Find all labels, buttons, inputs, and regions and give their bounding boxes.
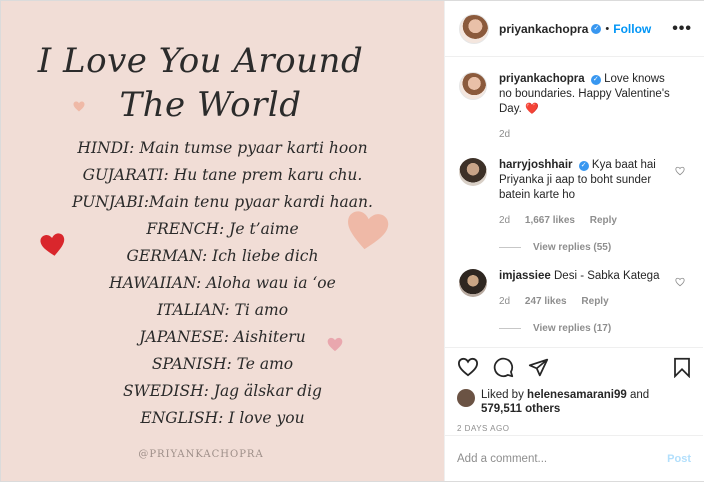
red-heart-emoji-icon: ❤️	[525, 103, 539, 115]
post-side-panel: priyankachopra ✓ • Follow ••• priyankach…	[444, 1, 704, 481]
like-comment-heart-icon[interactable]	[675, 277, 685, 287]
caption: priyankachopra ✓ Love knows no boundarie…	[459, 72, 689, 142]
small-peach-heart-icon	[73, 101, 85, 112]
verified-badge-icon: ✓	[591, 23, 602, 34]
comment-likes-count[interactable]: 1,667 likes	[525, 215, 575, 226]
avatar[interactable]	[459, 269, 487, 297]
reply-button[interactable]: Reply	[590, 215, 617, 226]
replies-divider	[499, 247, 521, 248]
view-replies-button[interactable]: View replies (55)	[499, 242, 689, 253]
add-comment-bar: Post	[445, 435, 703, 481]
likes-summary: Liked by helenesamarani99 and 579,511 ot…	[457, 388, 691, 416]
verified-badge-icon: ✓	[578, 161, 589, 171]
post-image[interactable]: I Love You Around The World HINDI: Main …	[1, 1, 444, 481]
image-title-line2: The World	[119, 85, 302, 125]
comment-input[interactable]	[457, 452, 668, 465]
post-comment-button[interactable]: Post	[667, 453, 691, 465]
translation-hawaiian: HAWAIIAN: Aloha wau ia ‘oe	[109, 274, 336, 292]
liked-by-prefix: Liked by	[481, 389, 524, 401]
view-replies-label: View replies (55)	[533, 242, 612, 253]
post-actions: Liked by helenesamarani99 and 579,511 ot…	[445, 347, 703, 433]
more-options-icon[interactable]: •••	[672, 20, 692, 38]
caption-username[interactable]: priyankachopra	[499, 73, 585, 85]
comment-age[interactable]: 2d	[499, 296, 510, 307]
reply-button[interactable]: Reply	[581, 296, 608, 307]
translation-japanese: JAPANESE: Aishiteru	[139, 328, 306, 346]
avatar[interactable]	[457, 389, 475, 407]
comment-username[interactable]: harryjoshhair	[499, 159, 573, 171]
post-header: priyankachopra ✓ • Follow •••	[445, 1, 704, 57]
header-username[interactable]: priyankachopra	[499, 22, 588, 36]
translation-french: FRENCH: Je t’aime	[146, 220, 299, 238]
caption-age[interactable]: 2d	[499, 129, 510, 140]
liked-by-username[interactable]: helenesamarani99	[527, 389, 627, 401]
comment-bubble-icon[interactable]	[493, 357, 514, 378]
translation-punjabi: PUNJABI:Main tenu pyaar kardi haan.	[72, 193, 373, 211]
follow-button[interactable]: Follow	[613, 22, 651, 36]
replies-divider	[499, 328, 521, 329]
comment-likes-count[interactable]: 247 likes	[525, 296, 567, 307]
translations-list: HINDI: Main tumse pyaar karti hoon GUJAR…	[1, 135, 444, 432]
translation-spanish: SPANISH: Te amo	[151, 355, 294, 373]
translation-swedish: SWEDISH: Jag älskar dig	[123, 382, 322, 400]
comment-username[interactable]: imjassiee	[499, 270, 551, 282]
instagram-post: I Love You Around The World HINDI: Main …	[0, 0, 704, 482]
view-replies-button[interactable]: View replies (17)	[499, 323, 689, 334]
translation-gujarati: GUJARATI: Hu tane prem karu chu.	[82, 166, 363, 184]
avatar[interactable]	[459, 72, 487, 100]
comment-text: Desi - Sabka Katega	[554, 270, 660, 282]
verified-badge-icon: ✓	[590, 75, 601, 85]
likes-count[interactable]: 579,511 others	[481, 403, 560, 415]
header-separator: •	[605, 22, 610, 35]
save-bookmark-icon[interactable]	[673, 357, 691, 378]
comments-section[interactable]: priyankachopra ✓ Love knows no boundarie…	[445, 58, 703, 346]
translation-italian: ITALIAN: Ti amo	[156, 301, 289, 319]
like-heart-icon[interactable]	[457, 357, 479, 377]
post-timestamp[interactable]: 2 DAYS AGO	[457, 424, 691, 433]
avatar[interactable]	[459, 13, 489, 44]
image-credit: @PRIYANKACHOPRA	[138, 449, 264, 460]
liked-by-joiner: and	[629, 389, 650, 401]
translation-german: GERMAN: Ich liebe dich	[126, 247, 319, 265]
comment-age[interactable]: 2d	[499, 215, 510, 226]
comment-item: imjassiee Desi - Sabka Katega 2d 247 lik…	[459, 269, 689, 309]
share-paper-plane-icon[interactable]	[528, 357, 549, 378]
view-replies-label: View replies (17)	[533, 323, 612, 334]
translation-english: ENGLISH: I love you	[140, 409, 305, 427]
like-comment-heart-icon[interactable]	[675, 166, 685, 176]
image-title-line1: I Love You Around	[37, 41, 364, 81]
avatar[interactable]	[459, 158, 487, 186]
translation-hindi: HINDI: Main tumse pyaar karti hoon	[77, 139, 368, 157]
comment-item: harryjoshhair ✓ Kya baat hai Priyanka ji…	[459, 158, 689, 228]
